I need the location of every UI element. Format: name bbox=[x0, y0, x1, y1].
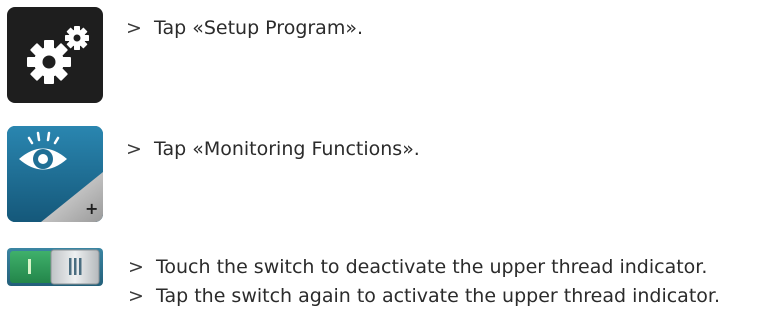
plus-icon: + bbox=[85, 199, 98, 218]
step-marker: > bbox=[128, 256, 144, 278]
step-text: Tap «Monitoring Functions». bbox=[154, 138, 420, 160]
toggle-switch-icon bbox=[7, 248, 103, 286]
upper-thread-indicator-switch[interactable] bbox=[7, 248, 103, 286]
step-monitoring-functions: > Tap «Monitoring Functions». bbox=[126, 137, 420, 161]
monitoring-functions-button[interactable]: + bbox=[7, 126, 103, 222]
step-activate-indicator: > Tap the switch again to activate the up… bbox=[128, 284, 720, 308]
gears-icon bbox=[27, 26, 89, 84]
step-marker: > bbox=[128, 285, 144, 307]
step-text: Tap «Setup Program». bbox=[154, 17, 363, 39]
step-text: Touch the switch to deactivate the upper… bbox=[156, 256, 708, 278]
eye-icon: + bbox=[7, 126, 103, 222]
step-text: Tap the switch again to activate the upp… bbox=[156, 285, 720, 307]
step-setup-program: > Tap «Setup Program». bbox=[126, 16, 363, 40]
setup-program-button[interactable] bbox=[7, 7, 103, 103]
step-marker: > bbox=[126, 17, 142, 39]
step-deactivate-indicator: > Touch the switch to deactivate the uppe… bbox=[128, 255, 707, 279]
step-marker: > bbox=[126, 138, 142, 160]
